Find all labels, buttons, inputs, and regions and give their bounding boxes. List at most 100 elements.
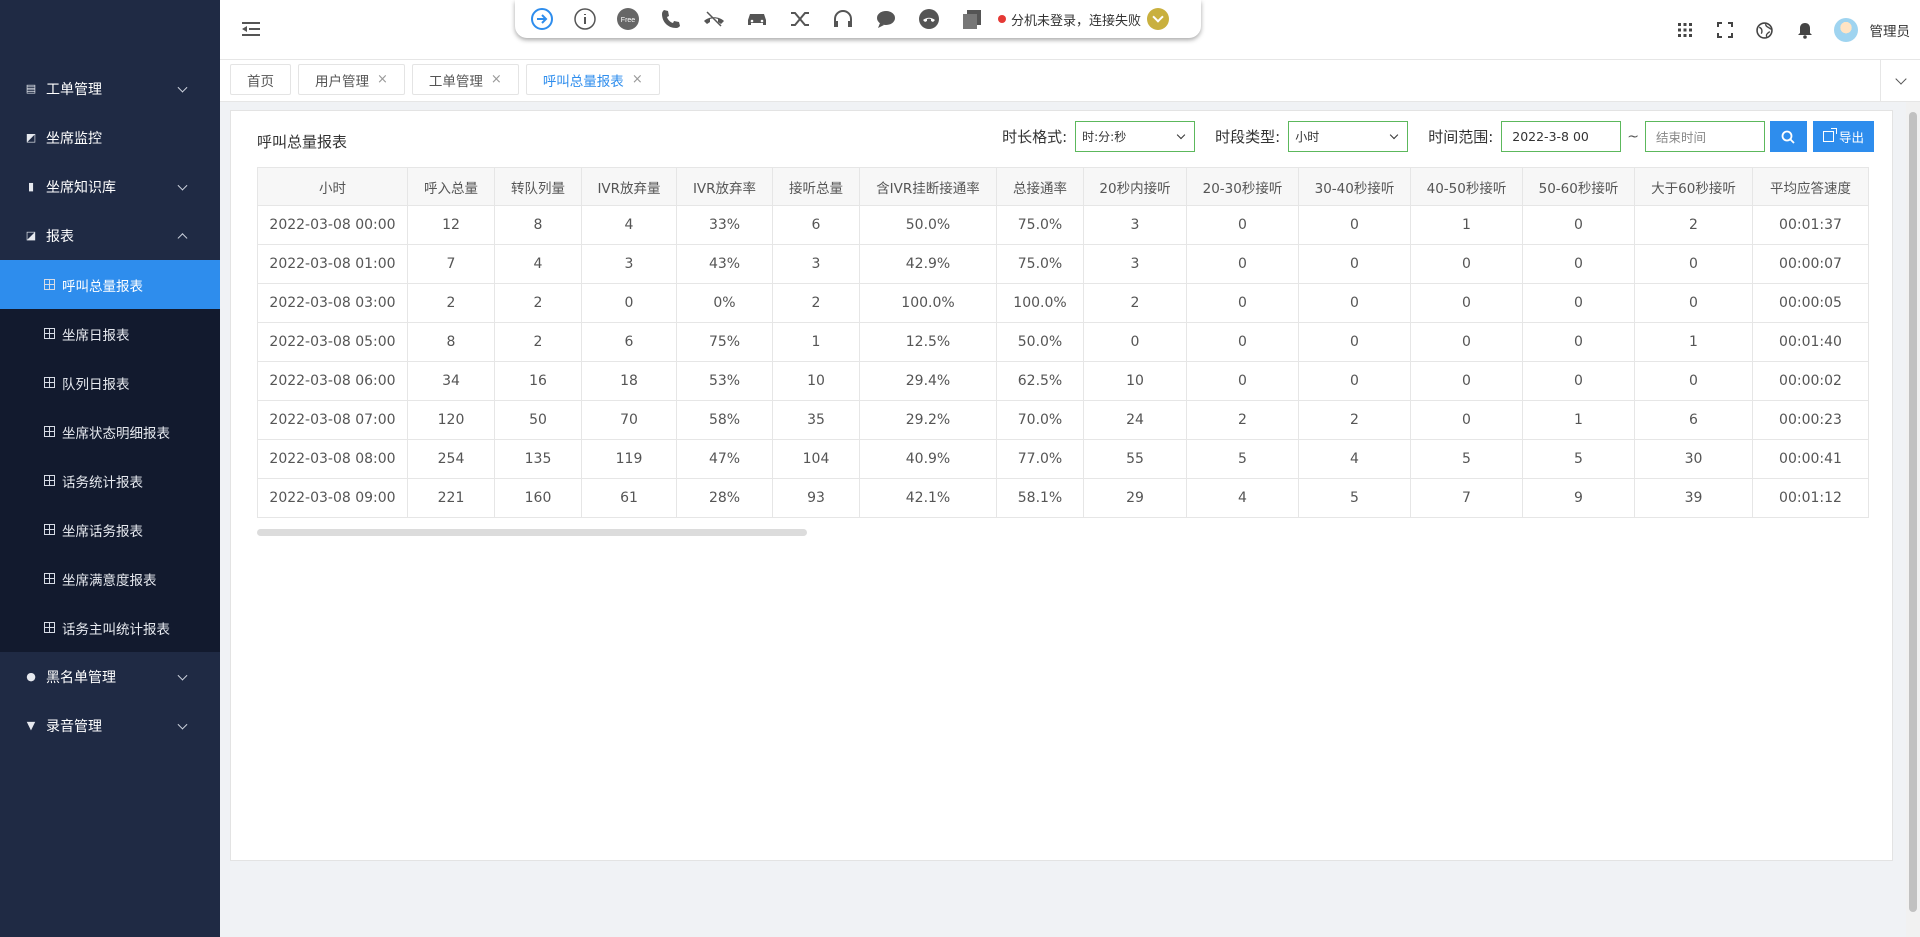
table-cell: 0 [1634, 283, 1753, 323]
duration-format-select[interactable]: 时:分:秒 [1075, 121, 1196, 152]
ban-icon: ● [26, 670, 36, 683]
table-cell: 2 [1634, 205, 1753, 245]
sidebar-item-traffic-stats-report[interactable]: 话务统计报表 [0, 456, 220, 505]
table-cell: 58.1% [996, 478, 1084, 518]
search-button[interactable] [1769, 121, 1807, 152]
close-icon[interactable]: × [377, 72, 388, 87]
end-time-input[interactable]: 结束时间 [1644, 121, 1765, 152]
sidebar-item-call-volume-report[interactable]: 呼叫总量报表 [0, 260, 220, 309]
column-header: 小时 [257, 167, 408, 206]
table-icon [44, 524, 55, 535]
tab-label: 工单管理 [428, 73, 483, 90]
table-cell: 2022-03-08 06:00 [257, 361, 408, 401]
close-icon[interactable]: × [632, 72, 643, 87]
username[interactable]: 管理员 [1870, 20, 1911, 40]
apps-grid-icon[interactable] [1676, 21, 1694, 39]
sidebar-item-reports[interactable]: ◪ 报表 [0, 211, 220, 260]
table-cell: 2022-03-08 00:00 [257, 205, 408, 245]
table-cell: 3 [1083, 205, 1187, 245]
chat-icon[interactable] [873, 6, 899, 32]
free-icon[interactable]: Free [615, 6, 641, 32]
column-header: 20-30秒接听 [1186, 167, 1299, 206]
recorder-icon: ▼ [26, 719, 36, 732]
phone-icon[interactable] [658, 6, 684, 32]
tab-ticket-management[interactable]: 工单管理 × [411, 64, 519, 95]
sidebar-item-agent-traffic-report[interactable]: 坐席话务报表 [0, 505, 220, 554]
info-icon[interactable] [572, 6, 598, 32]
column-header: IVR放弃率 [676, 167, 773, 206]
tab-home[interactable]: 首页 [230, 64, 291, 95]
table-cell: 0 [1522, 361, 1635, 401]
horizontal-scrollbar[interactable] [257, 529, 1877, 537]
table-cell: 5 [1298, 478, 1411, 518]
sign-in-icon[interactable] [529, 6, 555, 32]
page-vertical-scrollbar[interactable] [1906, 102, 1920, 937]
tab-label: 呼叫总量报表 [542, 73, 624, 90]
sidebar-item-recordings[interactable]: ▼ 录音管理 [0, 701, 220, 750]
sidebar-item-ticket-management[interactable]: ▤ 工单管理 [0, 64, 220, 113]
table-cell: 00:01:40 [1752, 322, 1869, 362]
table-cell: 0 [1634, 361, 1753, 401]
horizontal-scrollbar-thumb[interactable] [257, 529, 807, 536]
transfer-icon[interactable] [787, 6, 813, 32]
sidebar-item-caller-stats-report[interactable]: 话务主叫统计报表 [0, 603, 220, 652]
sidebar-item-agent-daily-report[interactable]: 坐席日报表 [0, 309, 220, 358]
table-cell: 0 [1298, 205, 1411, 245]
tab-call-volume-report[interactable]: 呼叫总量报表 × [525, 64, 660, 95]
table-cell: 53% [676, 361, 773, 401]
table-icon [44, 475, 55, 486]
table-cell: 00:00:23 [1752, 400, 1869, 440]
softphone-toolbar: Free 分机未登录，连接失败 [515, 0, 1201, 38]
table-cell: 0 [1634, 244, 1753, 284]
export-button[interactable]: 导出 [1812, 121, 1874, 152]
table-row: 2022-03-08 09:00 221 160 61 28% 93 42.1% 58.1% 2… [257, 478, 1869, 518]
bell-icon[interactable] [1796, 21, 1814, 39]
table-cell: 50 [494, 400, 582, 440]
avatar[interactable] [1833, 18, 1858, 42]
start-time-input[interactable]: 2022-3-8 00 [1501, 121, 1622, 152]
table-cell: 30 [1634, 439, 1753, 479]
chevron-down-icon [177, 180, 188, 191]
header-actions: 管理员 [1654, 18, 1911, 42]
tab-user-management[interactable]: 用户管理 × [298, 64, 405, 95]
tab-label: 用户管理 [315, 73, 369, 90]
top-header: Free 分机未登录，连接失败 管理员 [220, 0, 1920, 60]
car-icon[interactable] [744, 6, 770, 32]
close-icon[interactable]: × [491, 72, 502, 87]
table-cell: 0 [1186, 244, 1299, 284]
softphone-status: 分机未登录，连接失败 [998, 8, 1170, 30]
sidebar-item-queue-daily-report[interactable]: 队列日报表 [0, 358, 220, 407]
table-cell: 77.0% [996, 439, 1084, 479]
table-cell: 10 [1083, 361, 1187, 401]
table-cell: 2022-03-08 01:00 [257, 244, 408, 284]
status-dropdown-icon[interactable] [1147, 8, 1170, 30]
report-table-container[interactable]: 小时 呼入总量 转队列量 IVR放弃量 IVR放弃率 接听总量 含IVR挂断接通率 总接通率 2… [257, 167, 1877, 518]
hold-icon[interactable] [916, 6, 942, 32]
period-type-select[interactable]: 小时 [1288, 121, 1409, 152]
sidebar-item-blacklist[interactable]: ● 黑名单管理 [0, 652, 220, 701]
table-cell: 40.9% [859, 439, 997, 479]
sidebar-item-label: 队列日报表 [62, 376, 130, 393]
sidebar-item-knowledge-base[interactable]: ▮ 坐席知识库 [0, 162, 220, 211]
table-cell: 2022-03-08 09:00 [257, 478, 408, 518]
fullscreen-icon[interactable] [1716, 21, 1734, 39]
table-cell: 70.0% [996, 400, 1084, 440]
sidebar-item-agent-status-detail-report[interactable]: 坐席状态明细报表 [0, 407, 220, 456]
column-header: 总接通率 [996, 167, 1084, 206]
headset-icon[interactable] [830, 6, 856, 32]
menu-toggle-icon[interactable] [242, 22, 260, 36]
table-cell: 0 [1186, 283, 1299, 323]
globe-icon[interactable] [1756, 21, 1774, 39]
tabs-more-chevron-down-icon[interactable] [1880, 60, 1920, 101]
sidebar-item-agent-monitor[interactable]: ◩ 坐席监控 [0, 113, 220, 162]
copy-icon[interactable] [959, 6, 985, 32]
table-cell: 2 [407, 283, 495, 323]
table-cell: 34 [407, 361, 495, 401]
vertical-scrollbar-thumb[interactable] [1909, 112, 1917, 912]
column-header: 含IVR挂断接通率 [859, 167, 997, 206]
chart-icon: ◪ [25, 229, 37, 242]
hangup-icon[interactable] [701, 6, 727, 32]
table-cell: 12 [407, 205, 495, 245]
sidebar-item-agent-satisfaction-report[interactable]: 坐席满意度报表 [0, 554, 220, 603]
table-icon [44, 622, 55, 633]
